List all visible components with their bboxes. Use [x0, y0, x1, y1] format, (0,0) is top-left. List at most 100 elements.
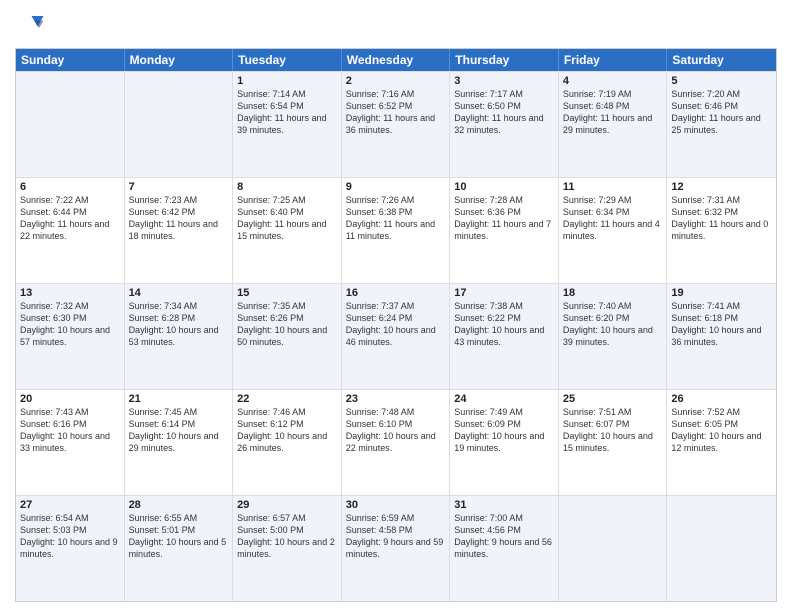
- page-header: [15, 10, 777, 40]
- table-row: 17Sunrise: 7:38 AM Sunset: 6:22 PM Dayli…: [450, 284, 559, 389]
- day-number: 10: [454, 181, 554, 193]
- table-row: 7Sunrise: 7:23 AM Sunset: 6:42 PM Daylig…: [125, 178, 234, 283]
- day-info-text: Sunrise: 7:25 AM Sunset: 6:40 PM Dayligh…: [237, 194, 337, 243]
- day-number: 21: [129, 393, 229, 405]
- table-row: 3Sunrise: 7:17 AM Sunset: 6:50 PM Daylig…: [450, 72, 559, 177]
- table-row: [667, 496, 776, 601]
- day-info-text: Sunrise: 7:23 AM Sunset: 6:42 PM Dayligh…: [129, 194, 229, 243]
- day-number: 12: [671, 181, 772, 193]
- day-info-text: Sunrise: 7:14 AM Sunset: 6:54 PM Dayligh…: [237, 88, 337, 137]
- day-number: 27: [20, 499, 120, 511]
- table-row: 20Sunrise: 7:43 AM Sunset: 6:16 PM Dayli…: [16, 390, 125, 495]
- day-info-text: Sunrise: 6:57 AM Sunset: 5:00 PM Dayligh…: [237, 512, 337, 561]
- table-row: 22Sunrise: 7:46 AM Sunset: 6:12 PM Dayli…: [233, 390, 342, 495]
- day-info-text: Sunrise: 6:59 AM Sunset: 4:58 PM Dayligh…: [346, 512, 446, 561]
- day-number: 26: [671, 393, 772, 405]
- calendar-row-2: 13Sunrise: 7:32 AM Sunset: 6:30 PM Dayli…: [16, 283, 776, 389]
- day-number: 13: [20, 287, 120, 299]
- day-info-text: Sunrise: 7:51 AM Sunset: 6:07 PM Dayligh…: [563, 406, 663, 455]
- day-info-text: Sunrise: 7:17 AM Sunset: 6:50 PM Dayligh…: [454, 88, 554, 137]
- table-row: 14Sunrise: 7:34 AM Sunset: 6:28 PM Dayli…: [125, 284, 234, 389]
- day-info-text: Sunrise: 7:52 AM Sunset: 6:05 PM Dayligh…: [671, 406, 772, 455]
- day-number: 15: [237, 287, 337, 299]
- day-info-text: Sunrise: 7:46 AM Sunset: 6:12 PM Dayligh…: [237, 406, 337, 455]
- day-number: 9: [346, 181, 446, 193]
- day-info-text: Sunrise: 7:34 AM Sunset: 6:28 PM Dayligh…: [129, 300, 229, 349]
- table-row: 8Sunrise: 7:25 AM Sunset: 6:40 PM Daylig…: [233, 178, 342, 283]
- day-number: 29: [237, 499, 337, 511]
- day-number: 31: [454, 499, 554, 511]
- calendar-body: 1Sunrise: 7:14 AM Sunset: 6:54 PM Daylig…: [16, 71, 776, 601]
- day-info-text: Sunrise: 7:37 AM Sunset: 6:24 PM Dayligh…: [346, 300, 446, 349]
- day-number: 7: [129, 181, 229, 193]
- day-number: 6: [20, 181, 120, 193]
- table-row: 6Sunrise: 7:22 AM Sunset: 6:44 PM Daylig…: [16, 178, 125, 283]
- table-row: 4Sunrise: 7:19 AM Sunset: 6:48 PM Daylig…: [559, 72, 668, 177]
- day-number: 11: [563, 181, 663, 193]
- day-info-text: Sunrise: 7:00 AM Sunset: 4:56 PM Dayligh…: [454, 512, 554, 561]
- table-row: 19Sunrise: 7:41 AM Sunset: 6:18 PM Dayli…: [667, 284, 776, 389]
- calendar-header-row: SundayMondayTuesdayWednesdayThursdayFrid…: [16, 49, 776, 71]
- day-number: 2: [346, 75, 446, 87]
- day-info-text: Sunrise: 7:26 AM Sunset: 6:38 PM Dayligh…: [346, 194, 446, 243]
- day-info-text: Sunrise: 7:28 AM Sunset: 6:36 PM Dayligh…: [454, 194, 554, 243]
- day-info-text: Sunrise: 7:40 AM Sunset: 6:20 PM Dayligh…: [563, 300, 663, 349]
- day-header-wednesday: Wednesday: [342, 49, 451, 71]
- day-number: 24: [454, 393, 554, 405]
- day-number: 18: [563, 287, 663, 299]
- day-info-text: Sunrise: 7:32 AM Sunset: 6:30 PM Dayligh…: [20, 300, 120, 349]
- day-info-text: Sunrise: 6:54 AM Sunset: 5:03 PM Dayligh…: [20, 512, 120, 561]
- table-row: 26Sunrise: 7:52 AM Sunset: 6:05 PM Dayli…: [667, 390, 776, 495]
- day-info-text: Sunrise: 7:19 AM Sunset: 6:48 PM Dayligh…: [563, 88, 663, 137]
- table-row: 31Sunrise: 7:00 AM Sunset: 4:56 PM Dayli…: [450, 496, 559, 601]
- table-row: 18Sunrise: 7:40 AM Sunset: 6:20 PM Dayli…: [559, 284, 668, 389]
- day-info-text: Sunrise: 7:41 AM Sunset: 6:18 PM Dayligh…: [671, 300, 772, 349]
- day-info-text: Sunrise: 7:45 AM Sunset: 6:14 PM Dayligh…: [129, 406, 229, 455]
- logo: [15, 10, 49, 40]
- table-row: 30Sunrise: 6:59 AM Sunset: 4:58 PM Dayli…: [342, 496, 451, 601]
- day-number: 28: [129, 499, 229, 511]
- calendar-row-1: 6Sunrise: 7:22 AM Sunset: 6:44 PM Daylig…: [16, 177, 776, 283]
- day-info-text: Sunrise: 7:38 AM Sunset: 6:22 PM Dayligh…: [454, 300, 554, 349]
- table-row: 5Sunrise: 7:20 AM Sunset: 6:46 PM Daylig…: [667, 72, 776, 177]
- day-number: 19: [671, 287, 772, 299]
- day-number: 30: [346, 499, 446, 511]
- calendar-row-4: 27Sunrise: 6:54 AM Sunset: 5:03 PM Dayli…: [16, 495, 776, 601]
- day-info-text: Sunrise: 7:22 AM Sunset: 6:44 PM Dayligh…: [20, 194, 120, 243]
- day-header-sunday: Sunday: [16, 49, 125, 71]
- day-info-text: Sunrise: 7:29 AM Sunset: 6:34 PM Dayligh…: [563, 194, 663, 243]
- calendar-row-3: 20Sunrise: 7:43 AM Sunset: 6:16 PM Dayli…: [16, 389, 776, 495]
- table-row: 25Sunrise: 7:51 AM Sunset: 6:07 PM Dayli…: [559, 390, 668, 495]
- calendar-row-0: 1Sunrise: 7:14 AM Sunset: 6:54 PM Daylig…: [16, 71, 776, 177]
- day-info-text: Sunrise: 7:20 AM Sunset: 6:46 PM Dayligh…: [671, 88, 772, 137]
- day-number: 23: [346, 393, 446, 405]
- table-row: [16, 72, 125, 177]
- day-number: 20: [20, 393, 120, 405]
- day-info-text: Sunrise: 7:49 AM Sunset: 6:09 PM Dayligh…: [454, 406, 554, 455]
- table-row: [125, 72, 234, 177]
- day-number: 5: [671, 75, 772, 87]
- day-number: 16: [346, 287, 446, 299]
- table-row: 10Sunrise: 7:28 AM Sunset: 6:36 PM Dayli…: [450, 178, 559, 283]
- table-row: 15Sunrise: 7:35 AM Sunset: 6:26 PM Dayli…: [233, 284, 342, 389]
- day-header-tuesday: Tuesday: [233, 49, 342, 71]
- table-row: 29Sunrise: 6:57 AM Sunset: 5:00 PM Dayli…: [233, 496, 342, 601]
- day-header-saturday: Saturday: [667, 49, 776, 71]
- day-info-text: Sunrise: 7:35 AM Sunset: 6:26 PM Dayligh…: [237, 300, 337, 349]
- table-row: 1Sunrise: 7:14 AM Sunset: 6:54 PM Daylig…: [233, 72, 342, 177]
- day-number: 4: [563, 75, 663, 87]
- day-number: 17: [454, 287, 554, 299]
- table-row: 27Sunrise: 6:54 AM Sunset: 5:03 PM Dayli…: [16, 496, 125, 601]
- day-info-text: Sunrise: 7:16 AM Sunset: 6:52 PM Dayligh…: [346, 88, 446, 137]
- day-info-text: Sunrise: 6:55 AM Sunset: 5:01 PM Dayligh…: [129, 512, 229, 561]
- table-row: 28Sunrise: 6:55 AM Sunset: 5:01 PM Dayli…: [125, 496, 234, 601]
- day-number: 14: [129, 287, 229, 299]
- table-row: 12Sunrise: 7:31 AM Sunset: 6:32 PM Dayli…: [667, 178, 776, 283]
- table-row: 2Sunrise: 7:16 AM Sunset: 6:52 PM Daylig…: [342, 72, 451, 177]
- day-number: 22: [237, 393, 337, 405]
- table-row: 13Sunrise: 7:32 AM Sunset: 6:30 PM Dayli…: [16, 284, 125, 389]
- table-row: 23Sunrise: 7:48 AM Sunset: 6:10 PM Dayli…: [342, 390, 451, 495]
- day-info-text: Sunrise: 7:31 AM Sunset: 6:32 PM Dayligh…: [671, 194, 772, 243]
- table-row: 24Sunrise: 7:49 AM Sunset: 6:09 PM Dayli…: [450, 390, 559, 495]
- table-row: [559, 496, 668, 601]
